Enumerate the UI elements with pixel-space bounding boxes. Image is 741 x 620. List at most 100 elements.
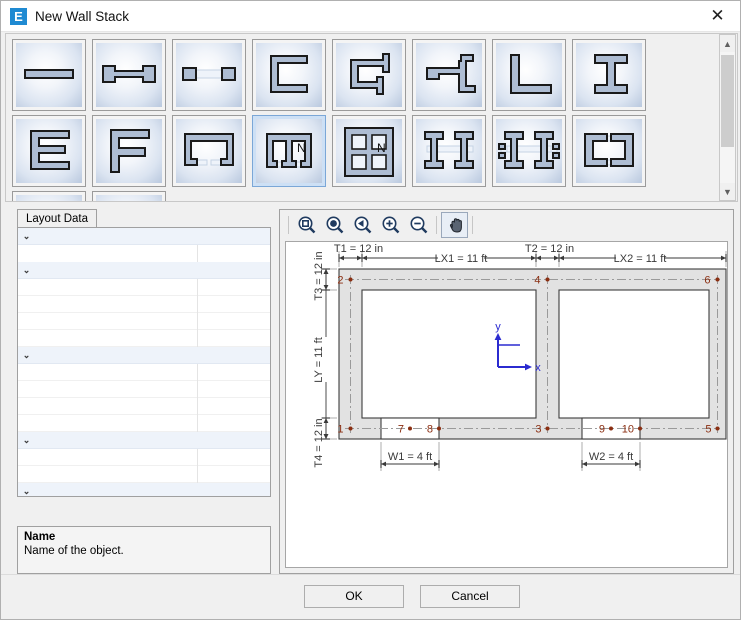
property-row[interactable] <box>18 363 270 381</box>
svg-text:LY = 11 ft: LY = 11 ft <box>313 337 325 383</box>
property-row[interactable] <box>18 329 270 347</box>
wall-shape-grid: NN <box>6 34 720 201</box>
svg-text:N: N <box>377 141 386 155</box>
svg-text:10: 10 <box>622 424 634 436</box>
shape-l-wall[interactable] <box>492 39 566 111</box>
shape-c-flanged-wall[interactable] <box>332 39 406 111</box>
zoom-out-icon[interactable] <box>405 212 432 238</box>
property-group-row[interactable]: ⌄ <box>18 483 270 496</box>
collapse-chevron-icon[interactable]: ⌄ <box>18 231 35 242</box>
cancel-button[interactable]: Cancel <box>420 585 520 608</box>
property-group-row[interactable]: ⌄ <box>18 432 270 449</box>
property-row[interactable] <box>18 244 270 262</box>
shape-u-core-wall-glyph <box>176 119 242 183</box>
shape-i-wall[interactable] <box>572 39 646 111</box>
property-row[interactable] <box>18 465 270 483</box>
zoom-in-icon[interactable] <box>377 212 404 238</box>
shape-e-wall[interactable] <box>12 115 86 187</box>
shape-barbell-wall[interactable] <box>92 39 166 111</box>
shape-multi-cell-wall[interactable]: N <box>252 115 326 187</box>
collapse-chevron-icon[interactable]: ⌄ <box>18 486 35 497</box>
wall-shape-gallery[interactable]: NN <box>5 33 738 202</box>
property-group-row[interactable]: ⌄ <box>18 228 270 245</box>
shape-quad-cell-wall-glyph: N <box>336 119 402 183</box>
shape-f-wall[interactable] <box>92 115 166 187</box>
property-row[interactable] <box>18 278 270 296</box>
shape-u-core-wall[interactable] <box>172 115 246 187</box>
property-grid-rows: ⌄ ⌄ ⌄ ⌄ ⌄ <box>18 228 270 496</box>
svg-text:W1 = 4 ft: W1 = 4 ft <box>388 451 432 463</box>
zoom-full-extents-icon[interactable] <box>293 212 320 238</box>
property-row[interactable] <box>18 448 270 466</box>
shape-e-wall-glyph <box>16 119 82 183</box>
ok-button[interactable]: OK <box>304 585 404 608</box>
shape-h-core-coupled-wall[interactable] <box>492 115 566 187</box>
scroll-down-icon[interactable]: ▼ <box>720 183 735 200</box>
svg-text:N: N <box>297 141 306 155</box>
property-value[interactable] <box>197 380 270 398</box>
collapse-chevron-icon[interactable]: ⌄ <box>18 435 35 446</box>
scroll-up-icon[interactable]: ▲ <box>720 35 735 52</box>
shape-h-core-wall[interactable] <box>412 115 486 187</box>
shape-rectangular-wall[interactable] <box>12 39 86 111</box>
shape-coupled-pier-wall[interactable] <box>172 39 246 111</box>
svg-text:LX1 = 11 ft: LX1 = 11 ft <box>435 253 488 265</box>
svg-text:y: y <box>495 321 501 333</box>
shape-t-flanged-wall[interactable] <box>412 39 486 111</box>
property-row[interactable] <box>18 312 270 330</box>
scrollbar-track[interactable] <box>720 52 735 183</box>
property-value[interactable] <box>197 295 270 313</box>
property-group-row[interactable]: ⌄ <box>18 347 270 364</box>
property-group-row[interactable]: ⌄ <box>18 262 270 279</box>
shape-c-wall[interactable] <box>252 39 326 111</box>
shape-quad-cell-wall[interactable]: N <box>332 115 406 187</box>
property-row[interactable] <box>18 295 270 313</box>
property-value[interactable] <box>197 414 270 432</box>
property-value[interactable] <box>197 278 270 296</box>
collapse-chevron-icon[interactable]: ⌄ <box>18 350 35 361</box>
property-row[interactable] <box>18 397 270 415</box>
tab-layout-data[interactable]: Layout Data <box>17 209 98 228</box>
svg-text:T2 = 12 in: T2 = 12 in <box>525 243 574 255</box>
pan-hand-icon[interactable] <box>441 212 468 238</box>
shape-box-core-wall-glyph <box>16 195 82 201</box>
svg-text:5: 5 <box>705 424 711 436</box>
shape-box-core-wall[interactable] <box>12 191 86 201</box>
svg-text:T4 = 12 in: T4 = 12 in <box>313 418 325 467</box>
wall-section-drawing: 2 4 6 1 7 8 3 9 10 5 LX1 = 11 ft LX2 = 11 ft T1 = 12… <box>313 243 727 471</box>
section-drawing-canvas[interactable]: 2 4 6 1 7 8 3 9 10 5 LX1 = 11 ft LX2 = 11 ft T1 = 12… <box>285 241 728 568</box>
shape-h-core-coupled-wall-glyph <box>496 119 562 183</box>
property-value[interactable] <box>197 397 270 415</box>
property-row[interactable] <box>18 414 270 432</box>
zoom-window-icon[interactable] <box>321 212 348 238</box>
description-title: Name <box>24 531 56 543</box>
svg-text:6: 6 <box>704 275 710 287</box>
property-grid[interactable]: ⌄ ⌄ ⌄ ⌄ ⌄ <box>17 227 271 497</box>
shape-double-c-wall[interactable] <box>572 115 646 187</box>
shape-closed-box-core-wall[interactable] <box>92 191 166 201</box>
wall-section-viewer: 2 4 6 1 7 8 3 9 10 5 LX1 = 11 ft LX2 = 11 ft T1 = 12… <box>279 209 734 574</box>
svg-text:LX2 = 11 ft: LX2 = 11 ft <box>614 253 667 265</box>
property-value[interactable] <box>197 244 270 262</box>
shape-barbell-wall-glyph <box>96 43 162 107</box>
property-value[interactable] <box>197 363 270 381</box>
scrollbar-thumb[interactable] <box>721 55 734 147</box>
property-value[interactable] <box>197 312 270 330</box>
shape-multi-cell-wall-glyph: N <box>256 119 322 183</box>
property-value[interactable] <box>197 329 270 347</box>
property-row[interactable] <box>18 380 270 398</box>
shape-t-flanged-wall-glyph <box>416 43 482 107</box>
gallery-scrollbar[interactable]: ▲ ▼ <box>719 34 736 201</box>
collapse-chevron-icon[interactable]: ⌄ <box>18 265 35 276</box>
shape-coupled-pier-wall-glyph <box>176 43 242 107</box>
svg-text:3: 3 <box>535 424 541 436</box>
property-value[interactable] <box>197 448 270 466</box>
toolbar-separator <box>436 216 437 234</box>
svg-text:4: 4 <box>534 275 540 287</box>
zoom-previous-icon[interactable] <box>349 212 376 238</box>
close-icon[interactable]: ✕ <box>695 1 740 31</box>
property-value[interactable] <box>197 465 270 483</box>
property-description-pane: Name Name of the object. <box>17 526 271 574</box>
new-wall-stack-dialog: E New Wall Stack ✕ NN ▲ ▼ Layout Data ⌄ ⌄… <box>0 0 741 620</box>
shape-l-wall-glyph <box>496 43 562 107</box>
